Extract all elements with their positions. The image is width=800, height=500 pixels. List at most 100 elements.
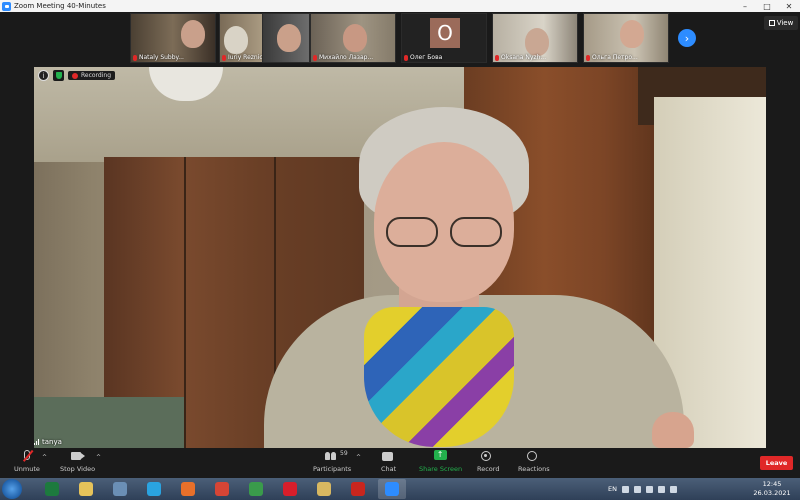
tray-icon[interactable] [633, 485, 641, 493]
participant-tile[interactable]: Oksana Nyzh... [492, 13, 578, 63]
participants-options-caret[interactable]: ^ [356, 454, 361, 461]
video-camera-icon [70, 450, 85, 462]
start-button[interactable] [2, 479, 22, 499]
speaker-person [264, 107, 684, 448]
zoom-icon [385, 482, 399, 496]
zoom-app-icon [2, 1, 11, 11]
muted-mic-icon [313, 54, 317, 61]
clock-date: 26.03.2021 [753, 489, 791, 497]
taskbar-app[interactable] [106, 479, 134, 499]
muted-mic-icon [222, 54, 226, 61]
taskbar-app[interactable] [276, 479, 304, 499]
participant-face [343, 24, 367, 52]
participant-face [620, 20, 644, 48]
participant-tile[interactable]: Nataly Subby... [130, 13, 216, 63]
share-screen-button[interactable]: ↑ Share Screen [419, 450, 462, 473]
video-options-caret[interactable]: ^ [96, 454, 101, 461]
info-icon[interactable]: i [38, 70, 49, 81]
calculator-icon [113, 482, 127, 496]
chevron-right-icon[interactable]: › [678, 29, 696, 47]
speaker-name-label: tanya [34, 438, 62, 446]
muted-mic-icon [586, 54, 590, 61]
excel-icon [45, 482, 59, 496]
participant-avatar: O [430, 18, 460, 48]
window-title: Zoom Meeting 40-Minutes [14, 2, 106, 10]
participant-label: Олег Бова [404, 54, 442, 61]
record-button[interactable]: Record [477, 450, 499, 473]
speaker-hand [652, 412, 694, 448]
chat-icon [381, 450, 396, 462]
participant-label: Oksana Nyzh... [495, 54, 546, 61]
active-speaker-video [34, 67, 766, 448]
participant-face [525, 28, 549, 56]
maximize-button[interactable]: □ [756, 0, 778, 12]
clock-time: 12:45 [762, 480, 782, 488]
participant-tile[interactable]: O Олег Бова [401, 13, 487, 63]
participants-icon [325, 450, 339, 462]
taskbar-app[interactable] [242, 479, 270, 499]
tray-icon[interactable] [621, 485, 629, 493]
stop-video-button[interactable]: Stop Video [60, 450, 95, 473]
taskbar-app[interactable] [310, 479, 338, 499]
taskbar-apps [38, 479, 406, 499]
taskbar-app[interactable] [174, 479, 202, 499]
participant-label: Nataly Subby... [133, 54, 184, 61]
view-button[interactable]: View [764, 16, 798, 30]
network-icon[interactable] [657, 485, 665, 493]
taskbar-app[interactable] [38, 479, 66, 499]
participant-label: Ольга Петро... [586, 54, 638, 61]
taskbar-app[interactable] [344, 479, 372, 499]
recording-label: Recording [81, 72, 112, 79]
participant-label: Михайло Лазар... [313, 54, 373, 61]
unmute-button[interactable]: Unmute [14, 449, 40, 473]
record-icon [481, 450, 495, 462]
title-bar: Zoom Meeting 40-Minutes – □ ✕ [0, 0, 800, 12]
close-button[interactable]: ✕ [778, 0, 800, 12]
view-label: View [776, 19, 794, 27]
muted-mic-icon [20, 449, 34, 462]
taskbar-app[interactable] [140, 479, 168, 499]
folder-icon [79, 482, 93, 496]
taskbar-app[interactable] [378, 479, 406, 499]
recording-indicator[interactable]: Recording [68, 71, 116, 80]
share-screen-icon: ↑ [433, 450, 448, 462]
language-indicator[interactable]: EN [608, 485, 617, 493]
record-dot-icon [72, 72, 78, 79]
shield-icon[interactable] [53, 70, 64, 81]
gallery-strip: Nataly Subby... Iuriy Reznichenko Михайл… [0, 12, 800, 67]
firefox-icon [181, 482, 195, 496]
participant-tile[interactable]: Михайло Лазар... [310, 13, 396, 63]
minimize-button[interactable]: – [734, 0, 756, 12]
opera-icon [283, 482, 297, 496]
reactions-button[interactable]: Reactions [518, 450, 550, 473]
participant-tile[interactable]: Ольга Петро... [583, 13, 669, 63]
meeting-controls: Unmute ^ Stop Video ^ Participants 59 ^ … [0, 448, 800, 478]
meeting-status-icons: i Recording [38, 70, 116, 81]
participant-count: 59 [340, 450, 348, 457]
telegram-icon [147, 482, 161, 496]
participant-face [181, 20, 205, 48]
participant-tile[interactable] [262, 13, 310, 63]
taskbar-app[interactable] [208, 479, 236, 499]
system-clock[interactable]: 12:45 26.03.2021 [752, 480, 792, 498]
taskbar-app[interactable] [72, 479, 100, 499]
chrome-icon [215, 482, 229, 496]
audio-options-caret[interactable]: ^ [42, 454, 47, 461]
speaker-glasses [386, 217, 506, 249]
pdf-icon [351, 482, 365, 496]
files-icon [317, 482, 331, 496]
audio-level-icon [34, 439, 39, 445]
volume-icon[interactable] [669, 485, 677, 493]
system-tray: EN [608, 478, 677, 500]
muted-mic-icon [495, 54, 499, 61]
muted-mic-icon [404, 54, 408, 61]
participant-face [224, 26, 248, 54]
chat-button[interactable]: Chat [381, 450, 396, 473]
leave-button[interactable]: Leave [760, 456, 793, 470]
chrome-icon [249, 482, 263, 496]
tray-icon[interactable] [645, 485, 653, 493]
speaker-scarf [364, 307, 514, 447]
zoom-window: Zoom Meeting 40-Minutes – □ ✕ Nataly Sub… [0, 0, 800, 500]
muted-mic-icon [133, 54, 137, 61]
smiley-icon [526, 450, 541, 462]
